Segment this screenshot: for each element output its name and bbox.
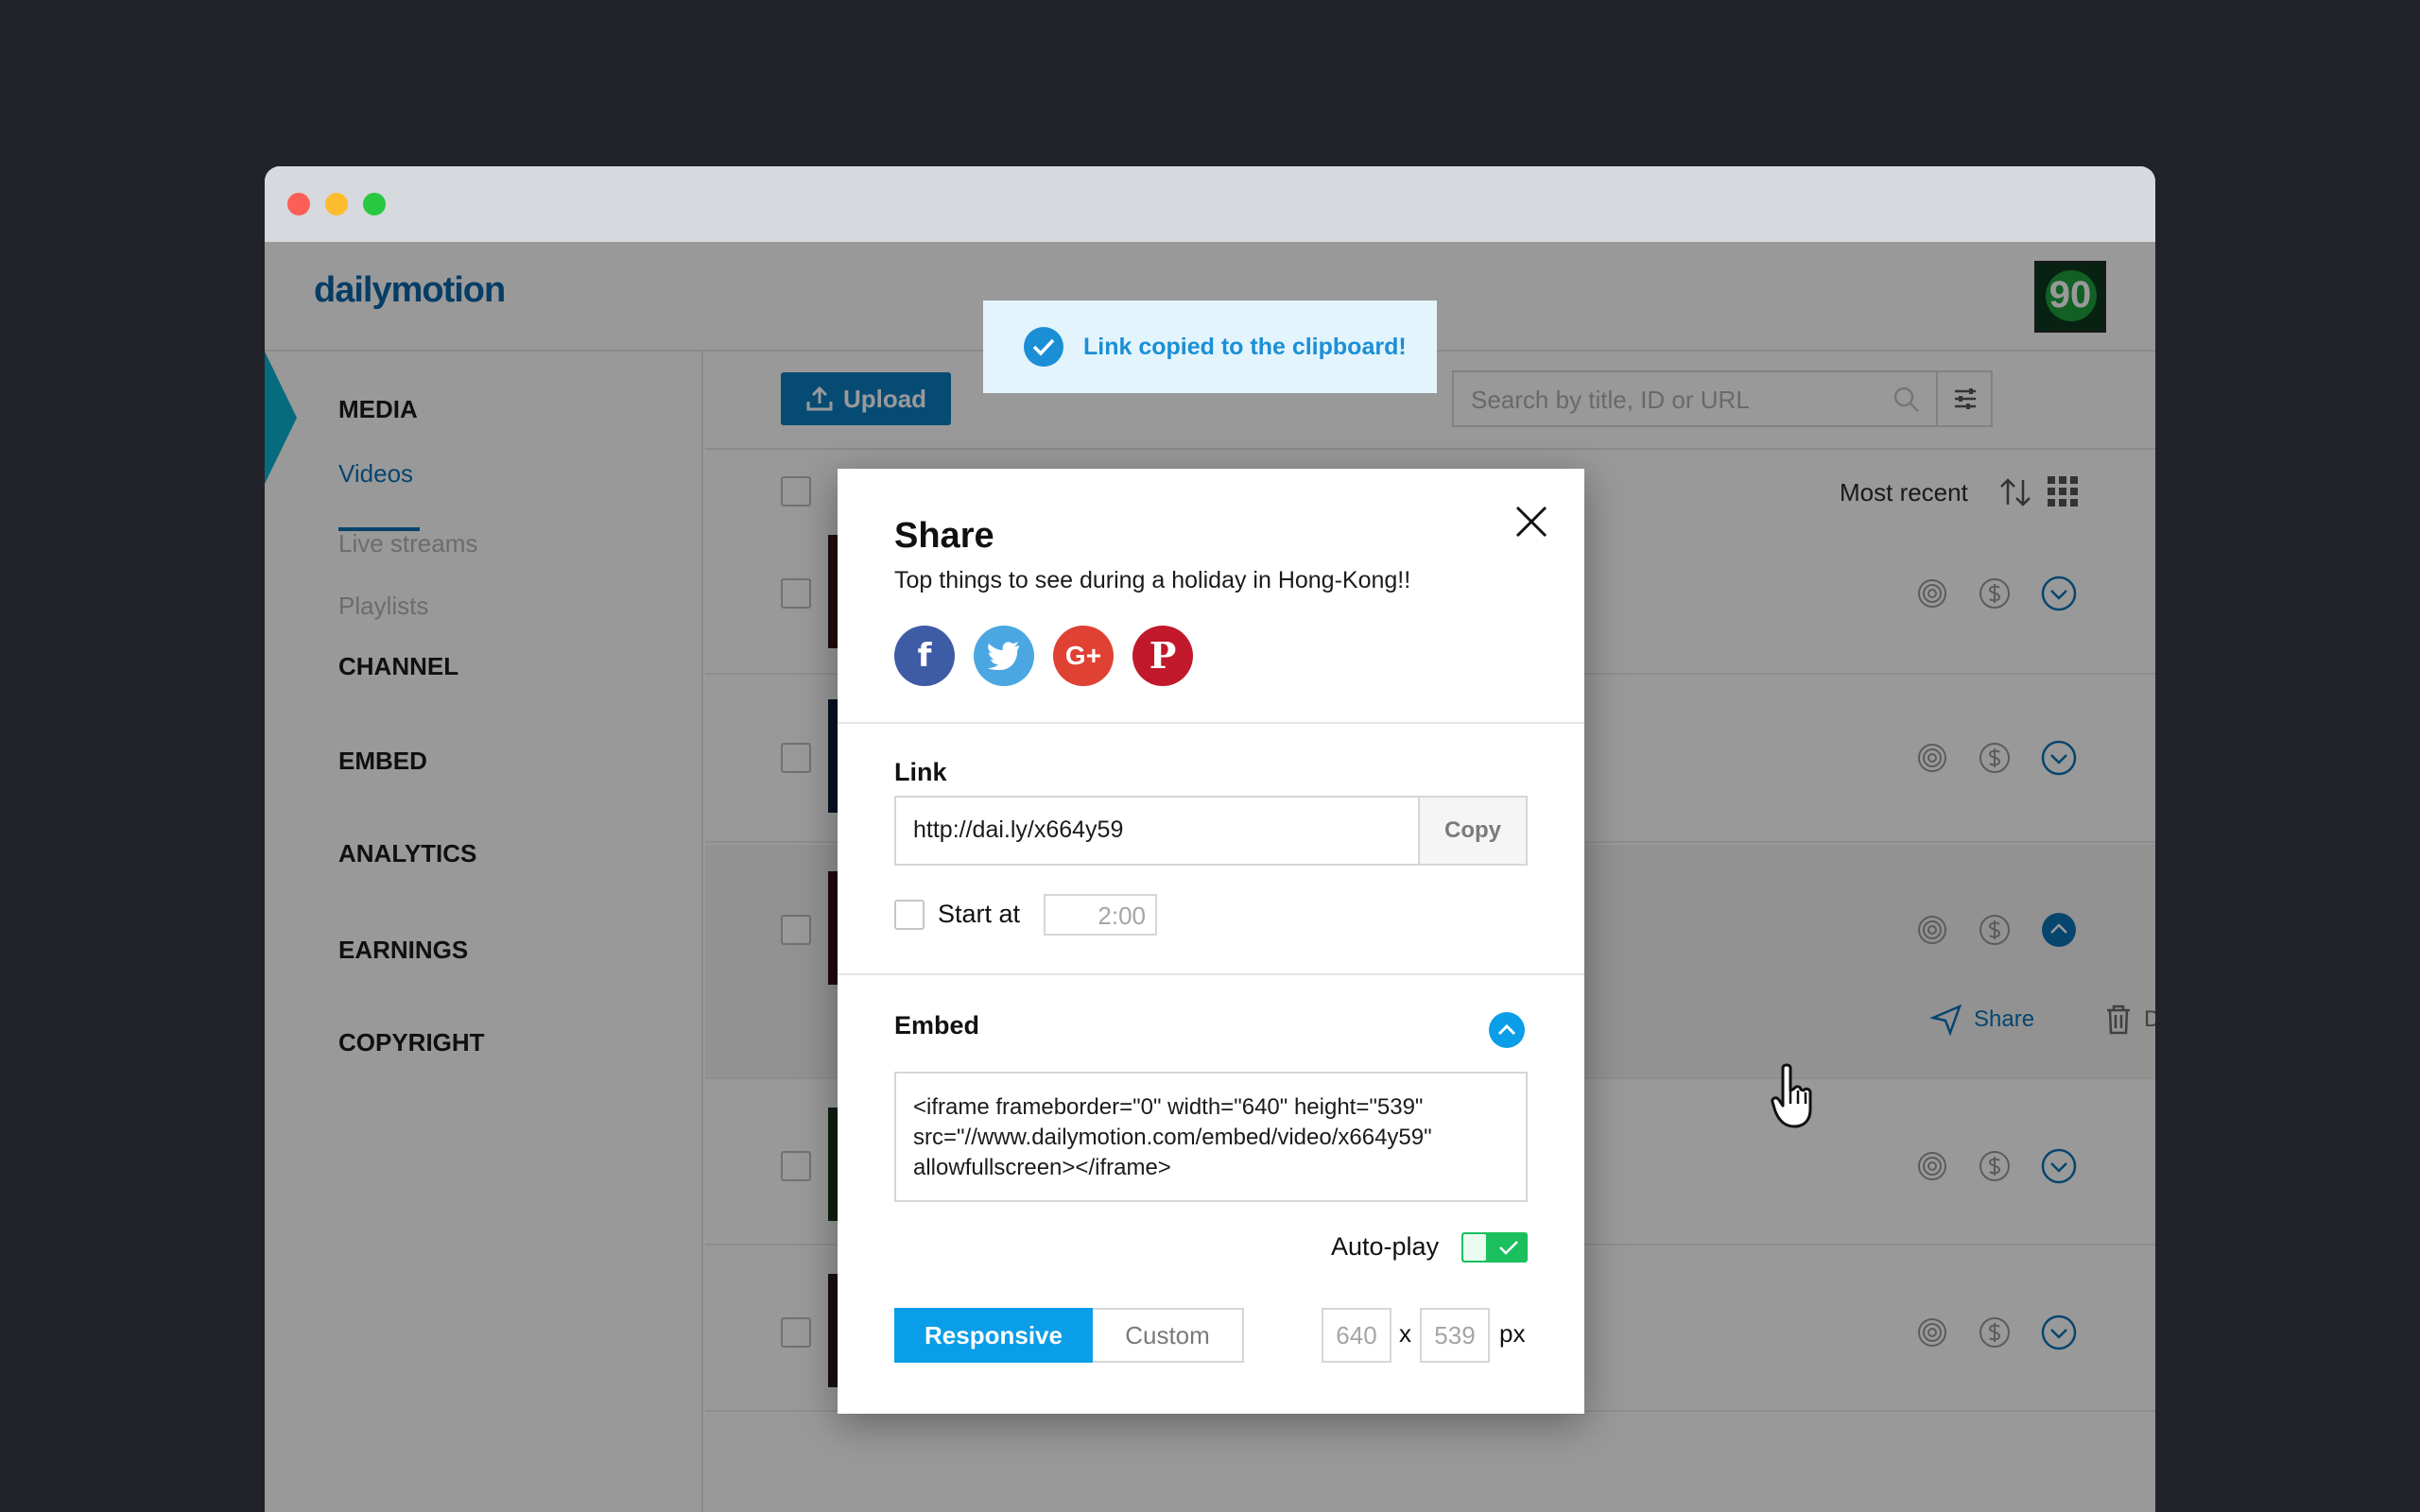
link-field[interactable]: http://dai.ly/x664y59 — [894, 796, 1420, 866]
copy-button[interactable]: Copy — [1418, 796, 1528, 866]
embed-code-textarea[interactable]: <iframe frameborder="0" width="640" heig… — [894, 1072, 1528, 1202]
share-modal: Share Top things to see during a holiday… — [838, 469, 1584, 1414]
link-label: Link — [894, 758, 947, 786]
check-icon — [1499, 1241, 1518, 1255]
pinterest-share-button[interactable]: P — [1132, 626, 1193, 686]
maximize-window-button[interactable] — [363, 193, 386, 215]
clipboard-toast: Link copied to the clipboard! — [983, 301, 1437, 393]
video-title: Top things to see during a holiday in Ho… — [894, 567, 1411, 593]
window-titlebar — [265, 166, 2155, 242]
twitter-icon — [988, 642, 1019, 670]
embed-label: Embed — [894, 1011, 980, 1040]
start-time-input[interactable]: 2:00 — [1044, 894, 1157, 936]
facebook-share-button[interactable]: f — [894, 626, 955, 686]
responsive-option[interactable]: Responsive — [894, 1308, 1093, 1363]
section-divider — [838, 722, 1584, 724]
toggle-knob — [1463, 1234, 1486, 1261]
unit-label: px — [1499, 1319, 1526, 1348]
link-value: http://dai.ly/x664y59 — [913, 816, 1124, 843]
start-at-checkbox[interactable] — [894, 900, 925, 930]
autoplay-label: Auto-play — [1331, 1232, 1440, 1261]
chevron-up-icon[interactable] — [1488, 1011, 1526, 1049]
modal-title: Share — [894, 516, 994, 556]
dimension-separator: x — [1399, 1319, 1411, 1348]
hand-cursor-icon — [1771, 1063, 1812, 1128]
google-plus-share-button[interactable]: G+ — [1053, 626, 1114, 686]
pinterest-icon: P — [1149, 634, 1177, 677]
facebook-icon: f — [917, 637, 932, 675]
section-divider — [838, 973, 1584, 975]
twitter-share-button[interactable] — [974, 626, 1034, 686]
check-circle-icon — [1024, 327, 1063, 367]
google-plus-icon: G+ — [1064, 641, 1102, 670]
custom-option[interactable]: Custom — [1093, 1308, 1244, 1363]
minimize-window-button[interactable] — [325, 193, 348, 215]
autoplay-toggle[interactable] — [1461, 1232, 1528, 1263]
width-input[interactable]: 640 — [1322, 1308, 1392, 1363]
close-window-button[interactable] — [287, 193, 310, 215]
close-icon[interactable] — [1512, 503, 1550, 541]
height-input[interactable]: 539 — [1420, 1308, 1490, 1363]
toast-message: Link copied to the clipboard! — [1083, 333, 1407, 360]
start-at-label: Start at — [938, 900, 1021, 928]
